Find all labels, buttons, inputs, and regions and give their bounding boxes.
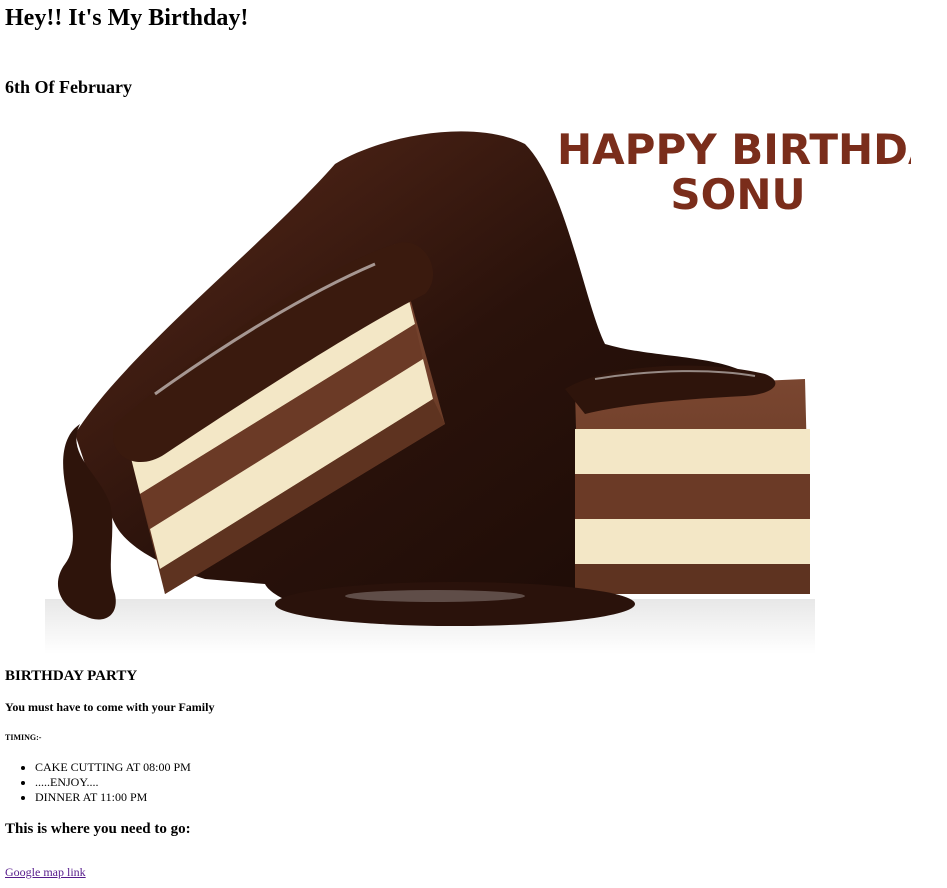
list-item: DINNER AT 11:00 PM (35, 790, 191, 805)
timing-label: TIMING:- (5, 733, 42, 742)
page-heading: Hey!! It's My Birthday! (5, 5, 249, 31)
birthday-cake-image: HAPPY BIRTHDAY SONU (45, 125, 911, 654)
list-item: CAKE CUTTING AT 08:00 PM (35, 760, 191, 775)
birthday-date: 6th Of February (5, 77, 132, 97)
family-note: You must have to come with your Family (5, 700, 215, 714)
party-heading: BIRTHDAY PARTY (5, 668, 138, 684)
overlay-line2: SONU (670, 170, 805, 219)
list-item: .....ENJOY.... (35, 775, 191, 790)
schedule-list: CAKE CUTTING AT 08:00 PM .....ENJOY.... … (0, 760, 191, 805)
overlay-line1: HAPPY BIRTHDAY (557, 125, 911, 174)
location-heading: This is where you need to go: (5, 821, 191, 837)
google-map-link[interactable]: Google map link (5, 865, 86, 880)
